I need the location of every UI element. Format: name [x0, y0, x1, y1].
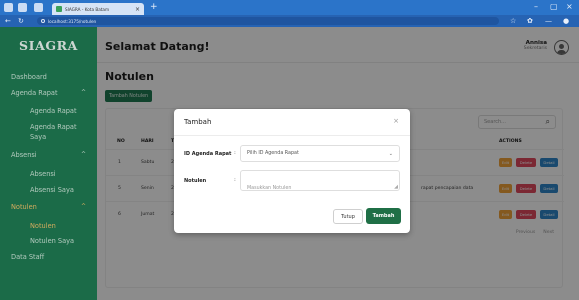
- agenda-select[interactable]: Pilih ID Agenda Rapat ⌄: [240, 145, 400, 162]
- window-close-button[interactable]: ×: [566, 1, 573, 13]
- agenda-colon: :: [234, 150, 236, 156]
- url-field[interactable]: localhost:3175/notulen: [37, 17, 499, 25]
- browser-tabbar: SIAGRA - Kota Batam × + – ▢ ×: [0, 0, 579, 15]
- modal-title: Tambah: [184, 118, 212, 126]
- submit-button[interactable]: Tambah: [366, 208, 401, 224]
- sidebar-dim: [0, 27, 97, 300]
- notulen-colon: :: [234, 177, 236, 183]
- resize-grip-icon[interactable]: ◢: [394, 185, 398, 190]
- notulen-placeholder: Masukkan Notulen: [247, 186, 292, 191]
- tab-close-icon[interactable]: ×: [135, 6, 144, 13]
- url-text: localhost:3175/notulen: [48, 18, 97, 24]
- favicon-icon: [56, 6, 62, 12]
- browser-profile-icon[interactable]: ●: [563, 16, 569, 26]
- browser-menu-icon[interactable]: [4, 3, 13, 12]
- close-icon[interactable]: ×: [393, 117, 399, 125]
- extensions-icon[interactable]: ✿: [527, 16, 533, 26]
- agenda-label: ID Agenda Rapat: [184, 151, 232, 157]
- notulen-textarea[interactable]: Masukkan Notulen ◢: [240, 170, 400, 191]
- reload-icon[interactable]: ↻: [18, 16, 24, 26]
- modal-header: Tambah ×: [174, 109, 410, 136]
- add-notulen-modal: Tambah × ID Agenda Rapat : Pilih ID Agen…: [174, 109, 410, 233]
- tab-title: SIAGRA - Kota Batam: [65, 6, 110, 12]
- cancel-button[interactable]: Tutup: [333, 209, 363, 224]
- chevron-down-icon: ⌄: [388, 150, 393, 157]
- profile-icon[interactable]: [18, 3, 27, 12]
- new-tab-button[interactable]: +: [150, 2, 158, 12]
- downloads-icon[interactable]: —: [545, 16, 552, 26]
- back-icon[interactable]: ←: [5, 16, 11, 26]
- site-info-icon[interactable]: [41, 19, 45, 23]
- tab-strip-icon[interactable]: [34, 3, 43, 12]
- minimize-button[interactable]: –: [534, 1, 538, 13]
- maximize-button[interactable]: ▢: [550, 1, 558, 13]
- browser-address-bar: ← ↻ localhost:3175/notulen ☆ ✿ — ●: [0, 15, 579, 27]
- notulen-label: Notulen: [184, 178, 207, 184]
- bookmark-star-icon[interactable]: ☆: [510, 16, 516, 26]
- browser-tab[interactable]: SIAGRA - Kota Batam ×: [52, 3, 144, 15]
- agenda-select-value: Pilih ID Agenda Rapat: [247, 151, 299, 156]
